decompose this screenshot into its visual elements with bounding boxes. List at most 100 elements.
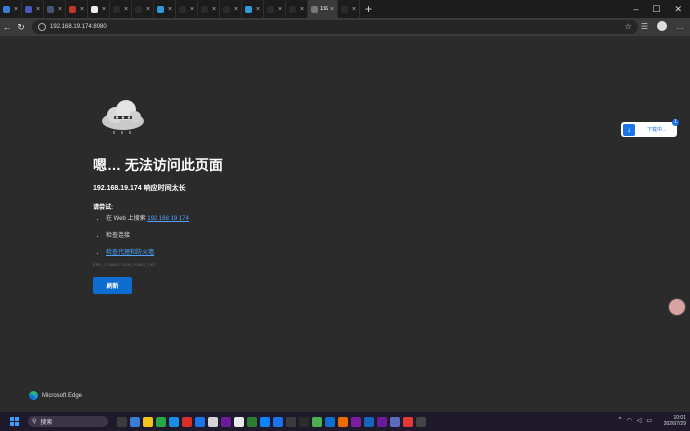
- search-icon: ⚲: [32, 419, 37, 425]
- taskbar-app-icon[interactable]: [221, 416, 231, 427]
- tab-close-icon[interactable]: ×: [278, 6, 282, 13]
- profile-avatar[interactable]: [657, 21, 667, 31]
- tab-favicon-icon: [223, 5, 230, 13]
- taskbar-app-icon[interactable]: [416, 416, 426, 427]
- taskbar-app-icon[interactable]: [130, 416, 140, 427]
- taskbar-app-icon[interactable]: [143, 416, 153, 427]
- clock-date: 2026/7/29: [663, 421, 686, 427]
- tab-close-icon[interactable]: ×: [146, 6, 150, 13]
- search-web-link[interactable]: 192 168 19 174: [147, 216, 189, 222]
- more-menu-icon[interactable]: …: [676, 22, 684, 31]
- taskbar-app-icon[interactable]: [234, 416, 244, 427]
- window-controls: – ☐ ✕: [633, 4, 690, 15]
- tab-close-icon[interactable]: ×: [58, 6, 62, 13]
- tab-close-icon[interactable]: ×: [124, 6, 128, 13]
- close-icon[interactable]: ✕: [674, 4, 682, 15]
- taskbar-app-icon[interactable]: [273, 416, 283, 427]
- url-text: 192.168.19.174:8080: [50, 24, 107, 30]
- tab-6[interactable]: Sedu×: [132, 0, 154, 18]
- tab-favicon-icon: [25, 5, 32, 13]
- tab-strip: 瑞幻×[标×TMC×Bloo×Expl×配好×Sedu×04-C×Cyb×我卡×…: [0, 0, 690, 18]
- tab-11[interactable]: 04-C×: [242, 0, 264, 18]
- tab-4[interactable]: Expl×: [88, 0, 110, 18]
- taskbar-app-icon[interactable]: [286, 416, 296, 427]
- plus-icon[interactable]: +: [360, 2, 377, 16]
- volume-icon[interactable]: ◁: [637, 417, 642, 424]
- try-label: 请尝试:: [93, 205, 113, 211]
- taskbar-app-icon[interactable]: [299, 416, 309, 427]
- taskbar-app-icon[interactable]: [377, 416, 387, 427]
- tab-3[interactable]: Bloo×: [66, 0, 88, 18]
- taskbar-app-icon[interactable]: [338, 416, 348, 427]
- tip-check-connection: 检查连接: [106, 230, 189, 239]
- taskbar-app-icon[interactable]: [403, 416, 413, 427]
- address-bar[interactable]: 192.168.19.174:8080: [32, 20, 638, 34]
- tab-close-icon[interactable]: ×: [168, 6, 172, 13]
- refresh-icon[interactable]: ↻: [14, 22, 28, 33]
- tab-list: 瑞幻×[标×TMC×Bloo×Expl×配好×Sedu×04-C×Cyb×我卡×…: [0, 0, 360, 18]
- tab-close-icon[interactable]: ×: [14, 6, 18, 13]
- tab-close-icon[interactable]: ×: [330, 6, 334, 13]
- maximize-icon[interactable]: ☐: [652, 4, 660, 15]
- windows-start-icon[interactable]: [10, 417, 19, 426]
- taskbar-app-icon[interactable]: [156, 416, 166, 427]
- tab-close-icon[interactable]: ×: [212, 6, 216, 13]
- taskbar-app-icon[interactable]: [117, 416, 127, 427]
- proxy-firewall-link[interactable]: 检查代理和防火墙: [106, 250, 154, 256]
- taskbar-app-icon[interactable]: [351, 416, 361, 427]
- tab-10[interactable]: 钢他×: [220, 0, 242, 18]
- tab-close-icon[interactable]: ×: [234, 6, 238, 13]
- taskbar-app-icon[interactable]: [312, 416, 322, 427]
- taskbar-search[interactable]: ⚲ 搜索: [28, 416, 108, 427]
- battery-icon[interactable]: ▭: [646, 417, 652, 424]
- taskbar-app-icon[interactable]: [364, 416, 374, 427]
- tab-14[interactable]: 192.×: [308, 0, 338, 18]
- download-label: 下载中...: [647, 127, 667, 133]
- tab-13[interactable]: Cyb×: [286, 0, 308, 18]
- sidebar-avatar[interactable]: [668, 298, 686, 316]
- tab-close-icon[interactable]: ×: [80, 6, 84, 13]
- tab-close-icon[interactable]: ×: [102, 6, 106, 13]
- minimize-icon[interactable]: –: [633, 4, 638, 15]
- tab-2[interactable]: TMC×: [44, 0, 66, 18]
- download-icon: ↓: [623, 123, 635, 136]
- taskbar-app-icon[interactable]: [325, 416, 335, 427]
- taskbar-app-icon[interactable]: [390, 416, 400, 427]
- info-icon[interactable]: [38, 23, 46, 31]
- tab-7[interactable]: 04-C×: [154, 0, 176, 18]
- tab-0[interactable]: 瑞幻×: [0, 0, 22, 18]
- tab-close-icon[interactable]: ×: [352, 6, 356, 13]
- taskbar-apps: [117, 416, 426, 427]
- taskbar-app-icon[interactable]: [208, 416, 218, 427]
- tab-favicon-icon: [3, 5, 10, 13]
- brand-label: Microsoft Edge: [42, 392, 83, 399]
- tab-15[interactable]: 游戏×: [338, 0, 360, 18]
- tab-9[interactable]: 我卡×: [198, 0, 220, 18]
- tab-favicon-icon: [91, 5, 98, 13]
- taskbar-app-icon[interactable]: [182, 416, 192, 427]
- download-pill[interactable]: ↓ 下载中... 1: [621, 119, 679, 137]
- back-icon[interactable]: ←: [0, 22, 14, 32]
- clock[interactable]: 10:01 2026/7/29: [664, 415, 686, 427]
- cloud-error-icon: [102, 100, 144, 134]
- toolbar-right: ☆ ☰ …: [625, 21, 684, 31]
- refresh-button[interactable]: 刷新: [93, 277, 132, 294]
- chevron-up-icon[interactable]: ^: [619, 417, 622, 424]
- tab-favicon-icon: [267, 5, 274, 13]
- tab-1[interactable]: [标×: [22, 0, 44, 18]
- tab-8[interactable]: Cyb×: [176, 0, 198, 18]
- taskbar-app-icon[interactable]: [247, 416, 257, 427]
- tab-close-icon[interactable]: ×: [36, 6, 40, 13]
- tab-close-icon[interactable]: ×: [190, 6, 194, 13]
- tab-label: 192.: [320, 6, 328, 12]
- favorites-icon[interactable]: ☰: [641, 22, 648, 31]
- favorite-star-icon[interactable]: ☆: [625, 22, 632, 31]
- taskbar-app-icon[interactable]: [260, 416, 270, 427]
- tab-12[interactable]: 游戏×: [264, 0, 286, 18]
- tab-5[interactable]: 配好×: [110, 0, 132, 18]
- tab-close-icon[interactable]: ×: [300, 6, 304, 13]
- taskbar-app-icon[interactable]: [169, 416, 179, 427]
- taskbar-app-icon[interactable]: [195, 416, 205, 427]
- tab-close-icon[interactable]: ×: [256, 6, 260, 13]
- wifi-icon[interactable]: ◠: [626, 417, 631, 424]
